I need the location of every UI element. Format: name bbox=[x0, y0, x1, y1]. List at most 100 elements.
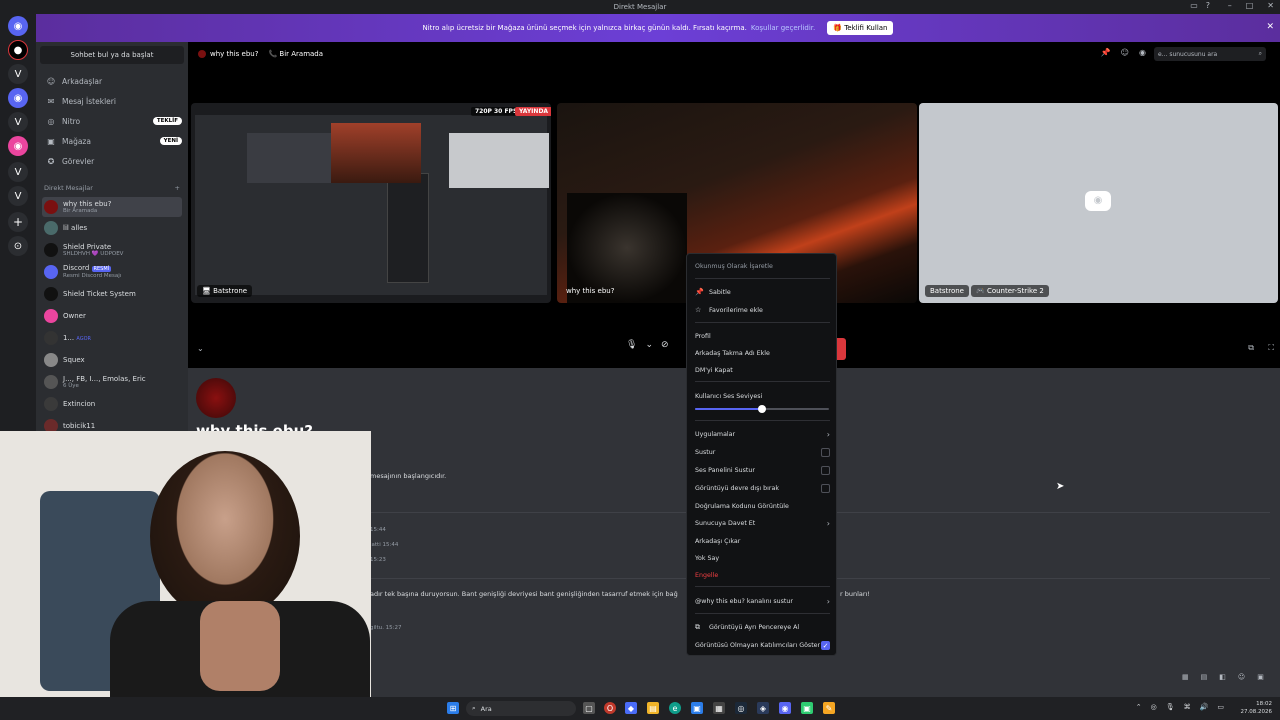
apps-icon[interactable]: ▣ bbox=[1257, 673, 1264, 681]
avatar bbox=[44, 265, 58, 279]
banner-close-icon[interactable]: ✕ bbox=[1266, 22, 1274, 32]
gift-icon[interactable]: ▦ bbox=[1182, 673, 1189, 681]
checkbox[interactable] bbox=[821, 447, 830, 457]
calculator-icon[interactable]: ▦ bbox=[713, 702, 725, 714]
sticker-icon[interactable]: ◧ bbox=[1219, 673, 1226, 681]
banner-terms-link[interactable]: Koşullar geçerlidir. bbox=[751, 24, 815, 32]
banner-claim-button[interactable]: 🎁 Teklifi Kullan bbox=[827, 21, 894, 35]
dm-item[interactable]: J..., FB, I..., Emolas, Eric 6 Üye bbox=[42, 372, 182, 392]
task-view-icon[interactable]: ▢ bbox=[583, 702, 595, 714]
camera-off-icon[interactable]: ⊘ bbox=[661, 340, 669, 350]
explore-icon[interactable]: ⊙ bbox=[8, 236, 28, 256]
opera-icon[interactable]: O bbox=[604, 702, 616, 714]
menu-disable-video[interactable]: Görüntüyü devre dışı bırak bbox=[695, 481, 830, 495]
server-icon-3[interactable]: ◉ bbox=[8, 88, 28, 108]
menu-profile[interactable]: Profil bbox=[695, 329, 830, 343]
inbox-icon[interactable]: ▭ bbox=[1190, 1, 1198, 10]
menu-show-non-video[interactable]: Görüntüsü Olmayan Katılımcıları Göster ✓ bbox=[695, 638, 830, 652]
pin-icon[interactable]: 📌 bbox=[1101, 48, 1111, 57]
avatar-tile[interactable]: ◉ Batstrone 🎮 Counter-Strike 2 bbox=[919, 103, 1278, 303]
add-server-icon[interactable]: + bbox=[8, 212, 28, 232]
profile-icon[interactable]: ◉ bbox=[1139, 48, 1146, 57]
close-window-button[interactable]: ✕ bbox=[1267, 1, 1274, 10]
user-volume-slider[interactable] bbox=[695, 405, 829, 413]
checkbox-checked[interactable]: ✓ bbox=[821, 640, 830, 650]
mic-icon[interactable]: 🎙 bbox=[1166, 703, 1175, 711]
app-icon[interactable]: ▣ bbox=[801, 702, 813, 714]
nav-nitro[interactable]: ◎ Nitro TEKLİF bbox=[42, 112, 182, 130]
checkbox[interactable] bbox=[821, 465, 830, 475]
start-icon[interactable]: ⊞ bbox=[447, 702, 459, 714]
edge-icon[interactable]: e bbox=[669, 702, 681, 714]
server-icon-4[interactable]: V bbox=[8, 112, 28, 132]
minimize-button[interactable]: – bbox=[1228, 1, 1232, 10]
nav-message-requests[interactable]: ✉ Mesaj İstekleri bbox=[42, 92, 182, 110]
home-discord-icon[interactable]: ◉ bbox=[8, 16, 28, 36]
dm-item[interactable]: Shield Private SHLDHVH 💜 UDPOEV bbox=[42, 240, 182, 260]
microphone-icon[interactable]: 🎙 bbox=[626, 340, 637, 350]
maximize-button[interactable]: □ bbox=[1246, 1, 1254, 10]
app-icon[interactable]: ✎ bbox=[823, 702, 835, 714]
dm-item[interactable]: Shield Ticket System bbox=[42, 284, 182, 304]
find-conversation-button[interactable]: Sohbet bul ya da başlat bbox=[40, 46, 184, 64]
slider-knob[interactable] bbox=[758, 405, 766, 413]
dm-item[interactable]: 1... AGOR bbox=[42, 328, 182, 348]
avatar bbox=[44, 200, 58, 214]
steam-icon[interactable]: ◎ bbox=[735, 702, 747, 714]
dm-item[interactable]: Squex bbox=[42, 350, 182, 370]
dm-item[interactable]: why this ebu? Bir Aramada bbox=[42, 197, 182, 217]
taskbar-search[interactable]: ⌕ Ara bbox=[466, 701, 576, 716]
server-icon-6[interactable]: V bbox=[8, 162, 28, 182]
clock[interactable]: 18:02 27.08.2026 bbox=[1241, 700, 1273, 716]
emoji-icon[interactable]: ☺ bbox=[1238, 673, 1245, 681]
server-icon-1[interactable]: ● bbox=[8, 40, 28, 60]
server-icon-7[interactable]: V bbox=[8, 186, 28, 206]
menu-invite-server[interactable]: Sunucuya Davet Et › bbox=[695, 516, 830, 530]
store-icon[interactable]: ▣ bbox=[691, 702, 703, 714]
volume-icon[interactable]: 🔊 bbox=[1200, 703, 1209, 711]
menu-ignore[interactable]: Yok Say bbox=[695, 551, 830, 565]
nav-quests[interactable]: ✪ Görevler bbox=[42, 152, 182, 170]
nav-friends[interactable]: ☺ Arkadaşlar bbox=[42, 72, 182, 90]
add-member-icon[interactable]: ☺ bbox=[1121, 48, 1129, 57]
battery-icon[interactable]: ▭ bbox=[1217, 703, 1224, 711]
dm-item[interactable]: Discord RESMİ Resmi Discord Mesajı bbox=[42, 262, 182, 282]
menu-close-dm[interactable]: DM'yi Kapat bbox=[695, 363, 830, 377]
server-icon-5[interactable]: ◉ bbox=[8, 136, 28, 156]
chevron-right-icon: › bbox=[826, 596, 830, 606]
menu-pin[interactable]: 📌 Sabitle bbox=[695, 285, 830, 299]
dm-item[interactable]: Extincion bbox=[42, 394, 182, 414]
nav-shop[interactable]: ▣ Mağaza YENİ bbox=[42, 132, 182, 150]
menu-remove-friend[interactable]: Arkadaşı Çıkar bbox=[695, 534, 830, 548]
popout-icon[interactable]: ⧉ bbox=[1248, 343, 1254, 353]
server-icon-2[interactable]: V bbox=[8, 64, 28, 84]
create-dm-icon[interactable]: + bbox=[175, 184, 180, 192]
checkbox[interactable] bbox=[821, 483, 830, 493]
menu-popout-video[interactable]: ⧉ Görüntüyü Ayrı Pencereye Al bbox=[695, 620, 830, 634]
menu-block[interactable]: Engelle bbox=[695, 568, 830, 582]
help-icon[interactable]: ? bbox=[1206, 1, 1210, 10]
menu-mark-read[interactable]: Okunmuş Olarak İşaretle bbox=[695, 259, 830, 273]
menu-apps[interactable]: Uygulamalar › bbox=[695, 427, 830, 441]
chevron-down-icon[interactable]: ⌄ bbox=[197, 344, 204, 353]
tray-app-icon[interactable]: ◎ bbox=[1151, 703, 1157, 711]
network-icon[interactable]: ⌘ bbox=[1184, 703, 1191, 711]
file-explorer-icon[interactable]: ▤ bbox=[647, 702, 659, 714]
discord-taskbar-icon[interactable]: ◉ bbox=[779, 702, 791, 714]
gif-icon[interactable]: ▤ bbox=[1201, 673, 1208, 681]
chevron-down-icon[interactable]: ⌄ bbox=[645, 340, 653, 350]
chevron-up-icon[interactable]: ⌃ bbox=[1136, 703, 1142, 711]
menu-add-nickname[interactable]: Arkadaş Takma Adı Ekle bbox=[695, 346, 830, 360]
menu-verification-code[interactable]: Doğrulama Kodunu Görüntüle bbox=[695, 499, 830, 513]
dm-item[interactable]: lil alles bbox=[42, 218, 182, 238]
stream-tile[interactable]: 720P 30 FPS YAYINDA 🖥 Batstrone bbox=[191, 103, 551, 303]
fullscreen-icon[interactable]: ⛶ bbox=[1268, 343, 1274, 353]
app-icon[interactable]: ◈ bbox=[757, 702, 769, 714]
app-icon[interactable]: ◆ bbox=[625, 702, 637, 714]
dm-item[interactable]: Owner bbox=[42, 306, 182, 326]
menu-mute-channel[interactable]: @why this ebu? kanalını sustur › bbox=[695, 594, 830, 608]
search-input[interactable]: e... sunucusunu ara ⌕ bbox=[1154, 47, 1266, 61]
menu-mute[interactable]: Sustur bbox=[695, 445, 830, 459]
menu-mute-soundboard[interactable]: Ses Panelini Sustur bbox=[695, 463, 830, 477]
menu-favorite[interactable]: ☆ Favorilerime ekle bbox=[695, 303, 830, 317]
